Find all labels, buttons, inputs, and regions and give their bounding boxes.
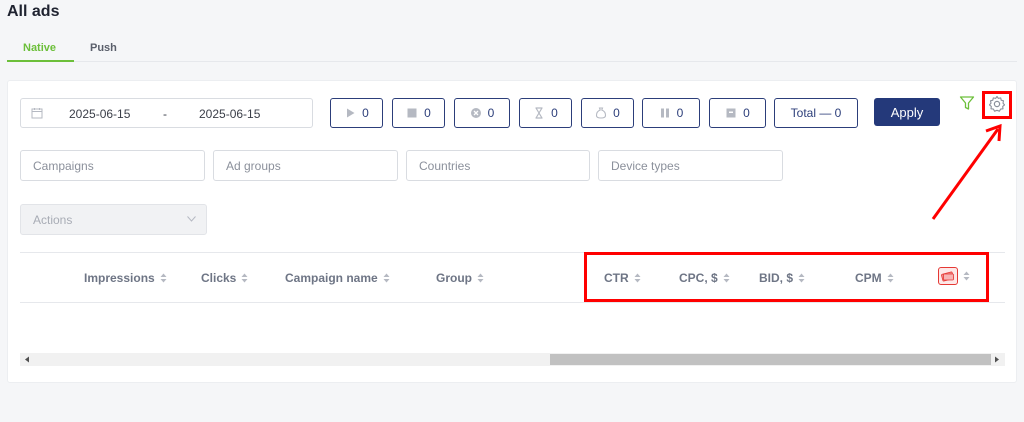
ad-groups-select[interactable]: Ad groups (213, 150, 398, 181)
column-clicks[interactable]: Clicks (201, 271, 248, 285)
status-stopped-button[interactable]: 0 (392, 98, 445, 128)
status-pending-count: 0 (551, 106, 558, 120)
actions-dropdown[interactable]: Actions (20, 204, 207, 235)
chevron-down-icon (187, 216, 196, 222)
active-tab-indicator (7, 60, 74, 62)
column-label: Group (436, 271, 472, 285)
annotation-arrow (931, 123, 1002, 220)
hourglass-icon (535, 107, 543, 119)
page-title: All ads (7, 3, 60, 20)
highlight-columns-box (584, 252, 989, 302)
calendar-icon (31, 108, 43, 119)
countries-select[interactable]: Countries (406, 150, 590, 181)
status-total-button[interactable]: Total — 0 (774, 98, 858, 128)
highlight-settings-box (982, 91, 1012, 119)
actions-label: Actions (33, 213, 73, 227)
status-budget-count: 0 (613, 106, 620, 120)
date-separator: - (163, 107, 167, 121)
date-range-picker[interactable]: 2025-06-15 - 2025-06-15 (20, 98, 313, 128)
stop-icon (407, 108, 417, 118)
tab-push[interactable]: Push (90, 42, 117, 54)
column-campaign-name[interactable]: Campaign name (285, 271, 390, 285)
status-total-label: Total — 0 (790, 106, 842, 120)
archive-icon (726, 108, 736, 118)
status-running-button[interactable]: 0 (330, 98, 383, 128)
column-impressions[interactable]: Impressions (84, 271, 167, 285)
status-rejected-button[interactable]: 0 (454, 98, 510, 128)
pause-icon (660, 108, 669, 118)
column-group[interactable]: Group (436, 271, 484, 285)
tab-bar: Native Push (7, 36, 1017, 62)
status-stopped-count: 0 (424, 106, 431, 120)
tab-native[interactable]: Native (23, 42, 56, 54)
campaigns-select[interactable]: Campaigns (20, 150, 205, 181)
status-archived-count: 0 (743, 106, 750, 120)
sort-icon[interactable] (477, 273, 484, 283)
column-label: Impressions (84, 271, 155, 285)
scroll-right-arrow-icon[interactable] (994, 356, 1000, 363)
filter-icon[interactable] (959, 95, 975, 111)
status-running-count: 0 (362, 106, 369, 120)
sort-icon[interactable] (383, 273, 390, 283)
status-archived-button[interactable]: 0 (709, 98, 766, 128)
column-label: Campaign name (285, 271, 378, 285)
status-pending-button[interactable]: 0 (519, 98, 572, 128)
status-paused-count: 0 (676, 106, 684, 120)
column-label: Clicks (201, 271, 237, 285)
scroll-left-arrow-icon[interactable] (24, 356, 30, 363)
status-budget-button[interactable]: 0 (581, 98, 634, 128)
date-from[interactable]: 2025-06-15 (69, 107, 130, 121)
status-rejected-count: 0 (487, 106, 495, 120)
money-bag-icon (596, 107, 607, 119)
scrollbar-thumb[interactable] (550, 354, 991, 365)
cancel-circle-icon (470, 108, 481, 118)
play-icon (347, 108, 355, 118)
device-types-select[interactable]: Device types (598, 150, 783, 181)
horizontal-scrollbar[interactable] (20, 353, 1005, 366)
sort-icon[interactable] (160, 273, 167, 283)
sort-icon[interactable] (241, 273, 248, 283)
date-to[interactable]: 2025-06-15 (199, 107, 260, 121)
ads-panel: 2025-06-15 - 2025-06-15 0 0 0 0 0 0 0 To… (7, 80, 1017, 383)
status-paused-button[interactable]: 0 (642, 98, 700, 128)
